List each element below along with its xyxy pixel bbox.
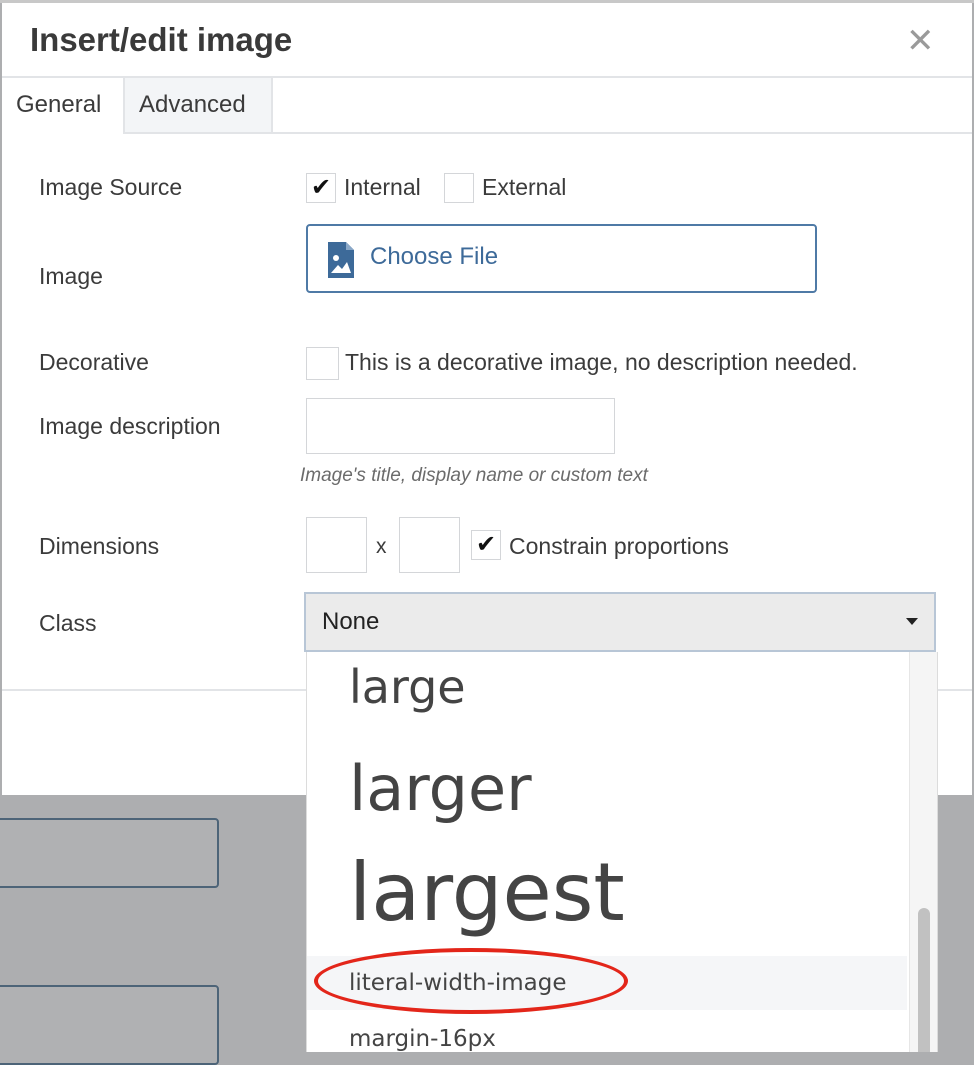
internal-label: Internal: [344, 174, 421, 200]
background-field: [0, 985, 219, 1065]
file-image-icon: [328, 242, 354, 278]
image-source-label: Image Source: [39, 174, 183, 200]
class-select[interactable]: None: [304, 592, 936, 652]
scrollbar-thumb[interactable]: [918, 908, 930, 1052]
tab-bar: General Advanced: [2, 78, 972, 134]
close-icon[interactable]: ✕: [906, 21, 935, 61]
decorative-label: Decorative: [39, 349, 149, 375]
dialog-title: Insert/edit image: [30, 21, 293, 58]
constrain-proportions-label: Constrain proportions: [509, 533, 729, 559]
chevron-down-icon: [906, 618, 918, 625]
decorative-checkbox[interactable]: [306, 347, 339, 380]
dialog-header: Insert/edit image ✕: [2, 3, 972, 78]
option-largest[interactable]: largest: [307, 846, 907, 954]
background-field: [0, 818, 219, 888]
external-label: External: [482, 174, 567, 200]
option-margin-16px[interactable]: margin-16px: [307, 1012, 907, 1052]
option-large[interactable]: large: [307, 652, 907, 732]
option-literal-width-image[interactable]: literal-width-image: [307, 956, 907, 1010]
height-input[interactable]: [399, 517, 460, 573]
choose-file-button[interactable]: Choose File: [306, 224, 817, 293]
image-description-hint: Image's title, display name or custom te…: [300, 465, 648, 486]
tab-general[interactable]: General: [2, 78, 123, 134]
decorative-checkbox-label: This is a decorative image, no descripti…: [345, 349, 858, 375]
tab-advanced[interactable]: Advanced: [123, 78, 273, 132]
width-input[interactable]: [306, 517, 367, 573]
dimensions-label: Dimensions: [39, 533, 160, 559]
class-label: Class: [39, 610, 97, 636]
option-larger[interactable]: larger: [307, 736, 907, 846]
internal-checkbox[interactable]: ✔: [306, 173, 336, 203]
class-dropdown-list: large larger largest literal-width-image…: [306, 652, 938, 1052]
constrain-proportions-checkbox[interactable]: ✔: [471, 530, 501, 560]
image-label: Image: [39, 263, 103, 289]
external-checkbox[interactable]: [444, 173, 474, 203]
image-description-input[interactable]: [306, 398, 615, 454]
choose-file-label: Choose File: [370, 243, 499, 270]
dimensions-separator: x: [376, 535, 387, 558]
dropdown-scrollbar[interactable]: [909, 652, 937, 1052]
image-description-label: Image description: [39, 413, 221, 439]
class-select-value: None: [322, 608, 380, 635]
